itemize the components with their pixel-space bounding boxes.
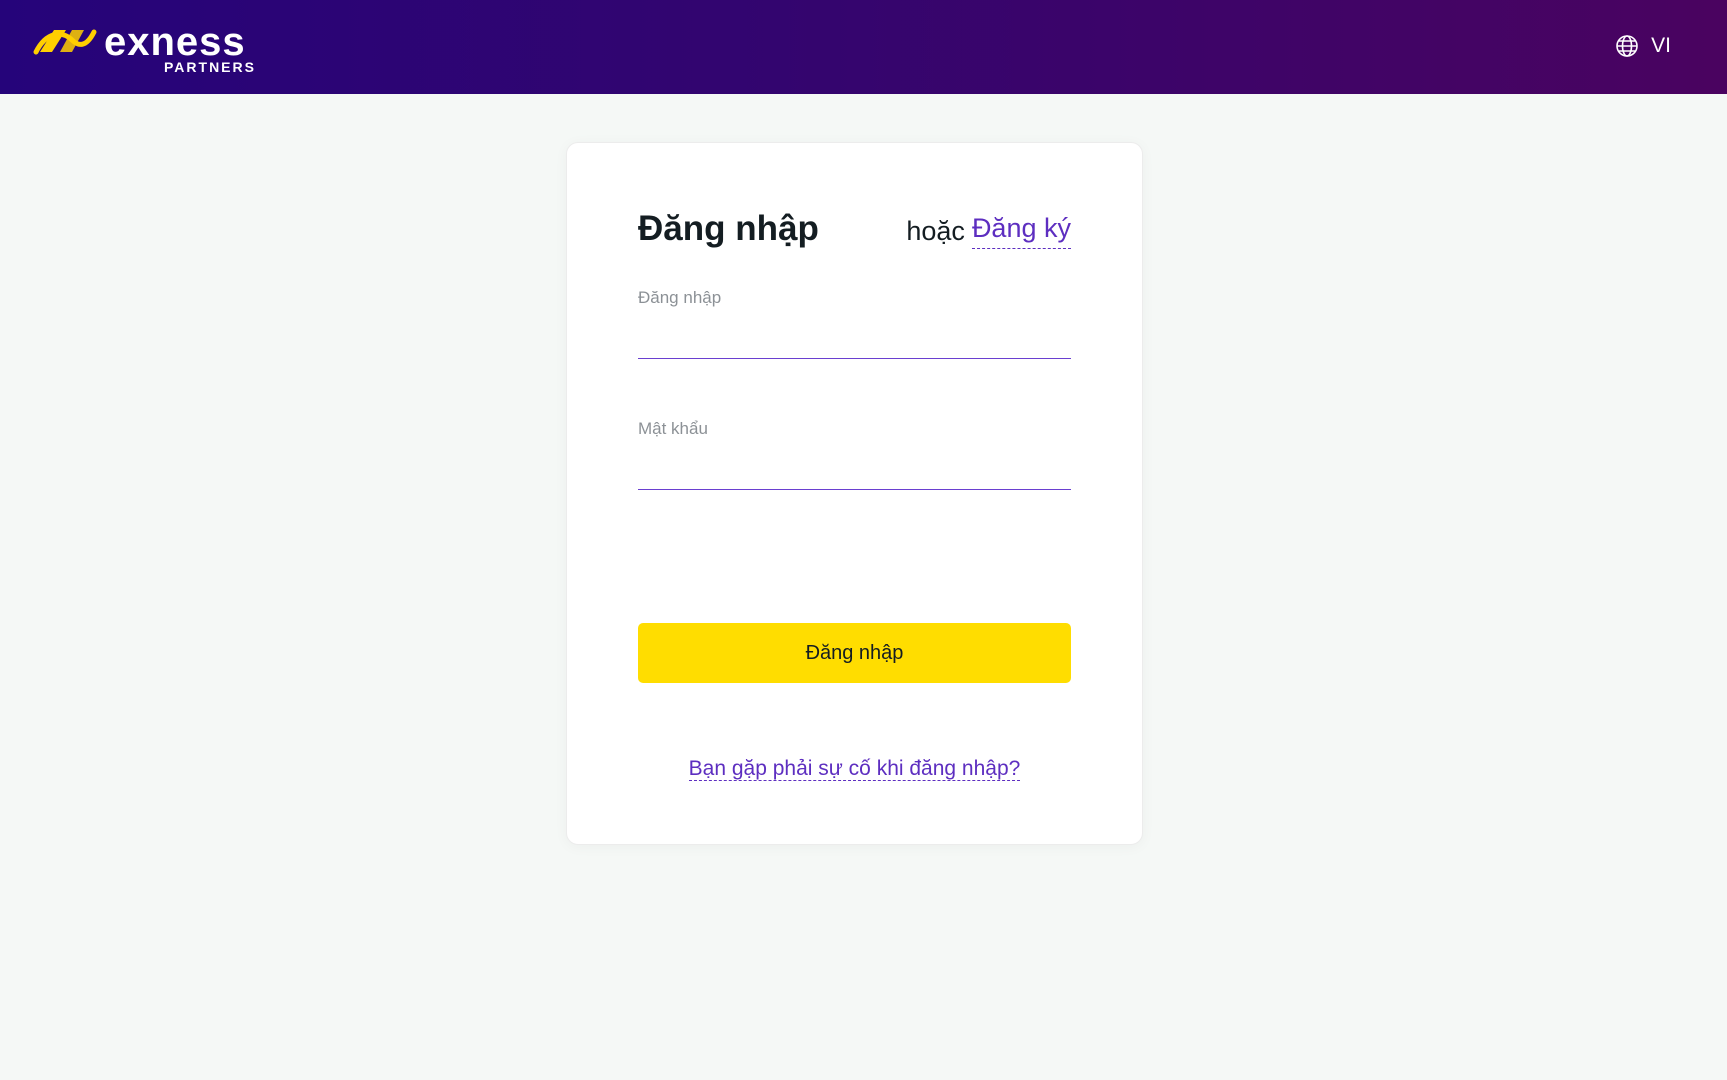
top-bar: exness PARTNERS VI: [0, 0, 1727, 94]
exness-logo-mark-icon: [33, 29, 97, 55]
password-field-label: Mật khẩu: [638, 419, 708, 438]
logo-subtitle: PARTNERS: [164, 59, 256, 75]
password-input[interactable]: [638, 452, 1071, 486]
login-button[interactable]: Đăng nhập: [638, 623, 1071, 683]
page-title: Đăng nhập: [638, 209, 819, 248]
login-field: Đăng nhập: [638, 287, 1071, 359]
register-prompt: hoặc Đăng ký: [906, 213, 1071, 249]
language-selector[interactable]: VI: [1615, 32, 1671, 60]
login-card: Đăng nhập hoặc Đăng ký Đăng nhập Mật khẩ…: [566, 142, 1143, 845]
language-label: VI: [1651, 34, 1671, 57]
globe-icon: [1616, 35, 1638, 57]
login-trouble-link[interactable]: Bạn gặp phải sự cố khi đăng nhập?: [688, 757, 1021, 781]
trouble-row: Bạn gặp phải sự cố khi đăng nhập?: [567, 755, 1142, 783]
register-link[interactable]: Đăng ký: [971, 213, 1071, 249]
login-field-label: Đăng nhập: [638, 288, 722, 307]
exness-partners-logo[interactable]: exness PARTNERS: [32, 20, 262, 76]
password-field: Mật khẩu: [638, 418, 1071, 490]
login-input[interactable]: [638, 321, 1071, 355]
or-text: hoặc: [906, 216, 965, 246]
